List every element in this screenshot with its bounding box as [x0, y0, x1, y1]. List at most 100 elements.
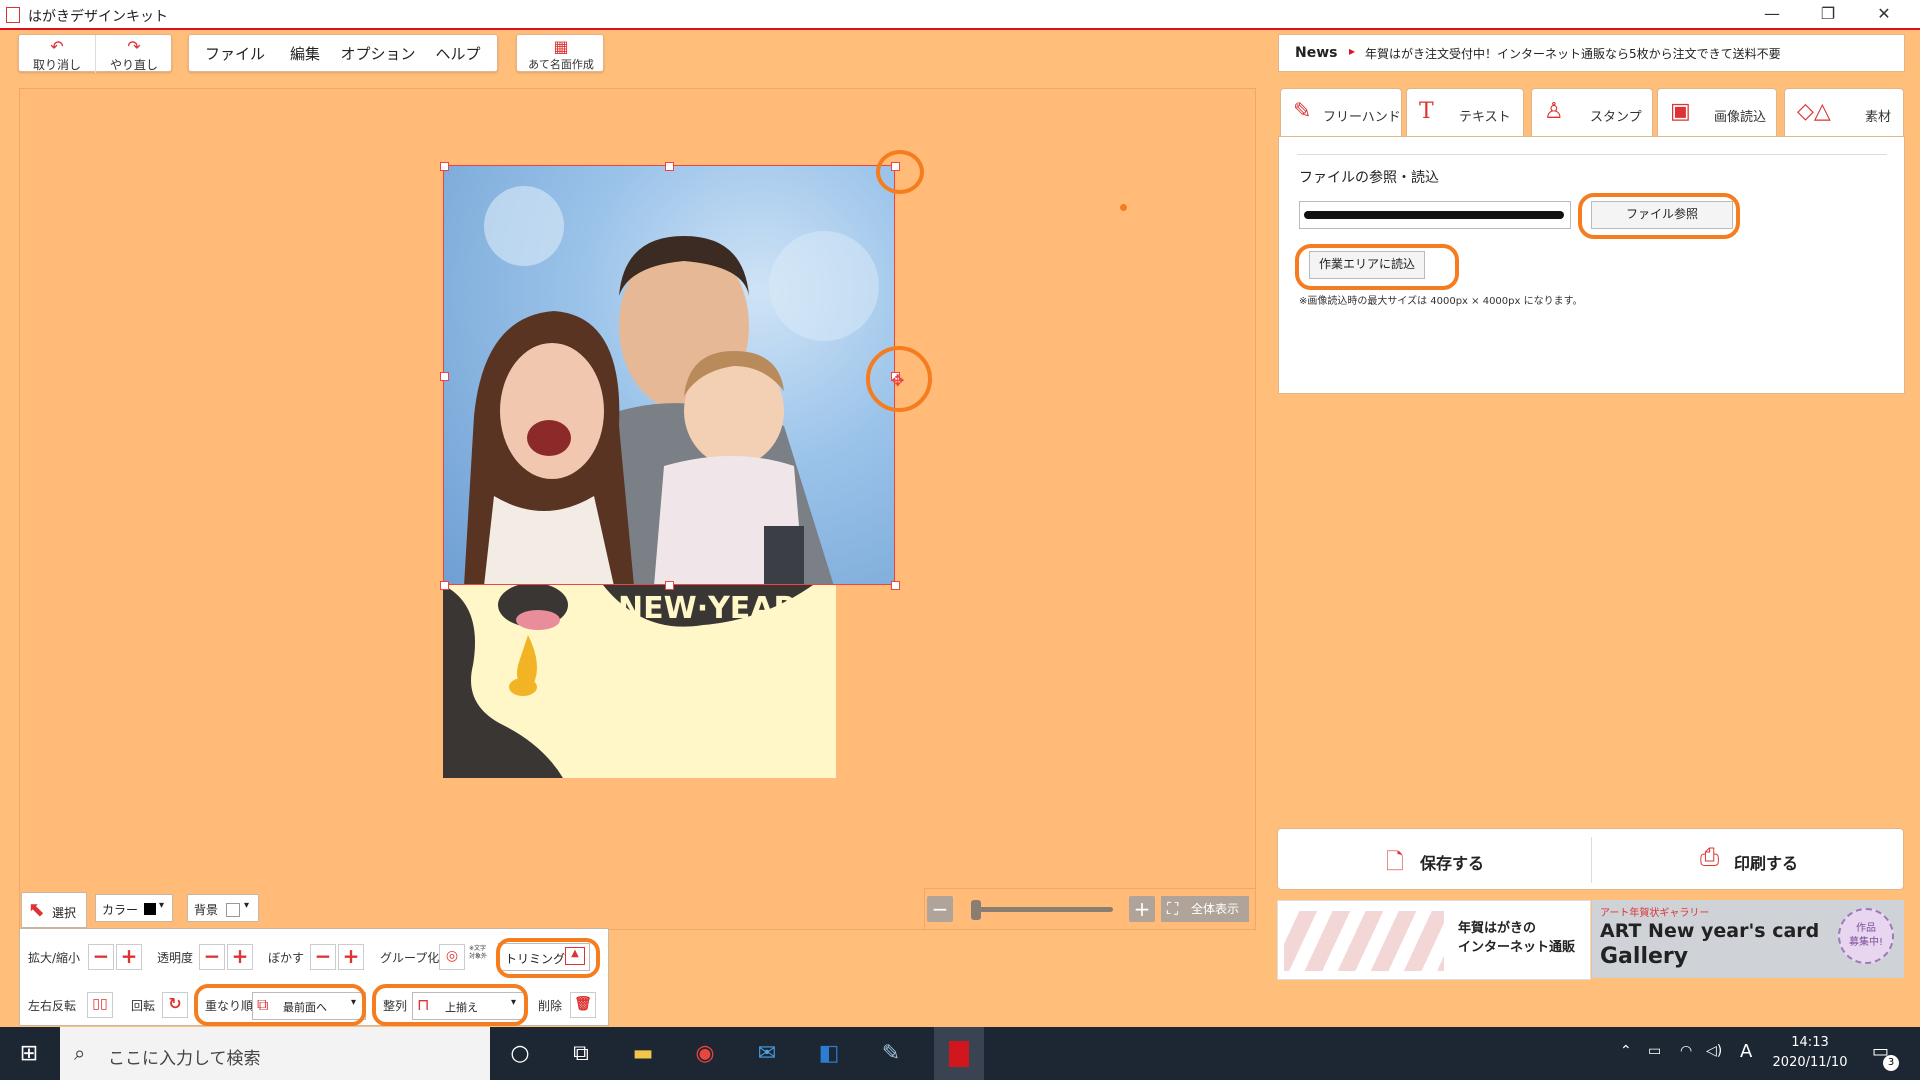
zoom-in-button[interactable]: + [1129, 896, 1155, 922]
task-view-icon[interactable]: ⧉ [566, 1039, 596, 1069]
highlight-load-button [1295, 244, 1459, 290]
taskbar-search[interactable]: ⌕ ここに入力して検索 [60, 1027, 490, 1080]
resize-handle-n[interactable] [665, 162, 674, 171]
delete-button[interactable]: 🗑 [570, 992, 596, 1018]
tray-chevron-icon[interactable]: ⌃ [1620, 1043, 1632, 1059]
tab-stamp[interactable]: ♙ スタンプ [1531, 88, 1653, 136]
zoom-slider-track[interactable] [973, 907, 1113, 912]
notification-count: 3 [1883, 1055, 1899, 1071]
blur-down-button[interactable]: − [310, 944, 336, 970]
mail-icon[interactable]: ✉ [752, 1039, 782, 1069]
resize-handle-se[interactable] [891, 581, 900, 590]
document-icon: 🗋 [1386, 850, 1404, 875]
menu-help[interactable]: ヘルプ [421, 35, 495, 73]
menu-options[interactable]: オプション [335, 35, 421, 73]
restore-button[interactable]: ❐ [1800, 0, 1856, 28]
entry-badge: 作品 募集中! [1838, 908, 1894, 964]
banner-ads: 年賀はがきの インターネット通販 アート年賀状ギャラリー ART New yea… [1277, 900, 1904, 980]
fit-view-icon: ⛶ [1167, 899, 1179, 918]
news-bar[interactable]: News ▸ 年賀はがき注文受付中！インターネット通販なら5枚から注文できて送料… [1278, 34, 1905, 72]
zoom-slider-thumb[interactable] [971, 900, 981, 920]
ime-indicator[interactable]: A [1740, 1041, 1752, 1062]
card-newyear-text: NEW·YEAR [618, 591, 797, 626]
resize-handle-w[interactable] [440, 372, 449, 381]
background-picker[interactable]: 背景 ▾ [187, 894, 259, 922]
art-gallery-small: アート年賀状ギャラリー [1600, 908, 1710, 919]
select-tool[interactable]: ⬉ 選択 [21, 892, 87, 928]
clock-date[interactable]: 2020/11/10 [1762, 1055, 1858, 1070]
resize-handle-sw[interactable] [440, 581, 449, 590]
print-button[interactable]: ⎙ 印刷する [1592, 829, 1905, 891]
tab-materials-label: 素材 [1865, 110, 1892, 125]
family-photo[interactable] [443, 165, 895, 585]
art-gallery-title: ART New year's card [1600, 920, 1820, 942]
menu-file[interactable]: ファイル [195, 35, 275, 73]
volume-icon[interactable]: ◁) [1706, 1043, 1722, 1059]
online-shop-text: 年賀はがきの インターネット通販 [1458, 921, 1576, 955]
hagaki-app-icon[interactable] [934, 1027, 984, 1080]
clock-time[interactable]: 14:13 [1770, 1035, 1850, 1050]
network-icon[interactable]: ◠ [1680, 1043, 1692, 1059]
zoom-out-button[interactable]: − [927, 896, 953, 922]
windows-start-icon[interactable]: ⊞ [14, 1039, 44, 1069]
photo-illustration [464, 186, 879, 584]
tab-materials[interactable]: ◇△ 素材 [1784, 88, 1904, 136]
background-dropdown-icon: ▾ [244, 900, 250, 911]
online-shop-banner[interactable]: 年賀はがきの インターネット通販 [1277, 900, 1591, 980]
window-title: はがきデザインキット [28, 9, 168, 25]
file-path-field[interactable] [1299, 201, 1571, 229]
art-gallery-banner[interactable]: アート年賀状ギャラリー ART New year's card Gallery … [1592, 900, 1904, 978]
image-icon: ▣ [1670, 99, 1691, 124]
zoom-bar: − + ⛶ 全体表示 [924, 888, 1256, 930]
highlight-file-browse [1578, 193, 1740, 239]
scale-label: 拡大/縮小 [28, 951, 81, 965]
blur-label: ぼかす [268, 951, 305, 965]
hagaki-app-glyph [949, 1041, 969, 1067]
app-icon [6, 7, 20, 23]
redo-icon: ↷ [127, 37, 141, 56]
battery-icon[interactable]: ▭ [1648, 1043, 1661, 1059]
group-button[interactable]: ◎ [439, 944, 465, 970]
fit-view-button[interactable]: ⛶ 全体表示 [1161, 896, 1249, 922]
close-button[interactable]: ✕ [1856, 0, 1912, 28]
undo-button[interactable]: ↶ 取り消し [19, 35, 95, 73]
address-side-button[interactable]: ▦ あて名面作成 [517, 35, 605, 73]
menu-bar: ファイル 編集 オプション ヘルプ [188, 34, 498, 72]
tab-freehand[interactable]: ✎ フリーハンド [1280, 88, 1402, 136]
news-label: News [1295, 45, 1338, 61]
minimize-button[interactable]: — [1744, 0, 1800, 28]
menu-edit[interactable]: 編集 [275, 35, 335, 73]
rotate-button[interactable]: ↻ [162, 992, 188, 1018]
file-explorer-icon[interactable]: ▬ [628, 1039, 658, 1069]
resize-handle-s[interactable] [665, 581, 674, 590]
blur-up-button[interactable]: + [338, 944, 364, 970]
tab-text[interactable]: T テキスト [1406, 88, 1524, 136]
printer-icon: ⎙ [1700, 843, 1720, 871]
tab-text-label: テキスト [1459, 110, 1511, 125]
select-label: 選択 [52, 906, 77, 920]
print-label: 印刷する [1734, 854, 1799, 873]
chrome-icon[interactable]: ◉ [690, 1039, 720, 1069]
undo-redo-group: ↶ 取り消し ↷ やり直し [18, 34, 172, 73]
opacity-up-button[interactable]: + [227, 944, 253, 970]
tab-image-load[interactable]: ▣ 画像読込 [1657, 88, 1777, 138]
text-icon: T [1419, 99, 1434, 124]
fit-view-label: 全体表示 [1191, 902, 1240, 916]
cortana-icon[interactable]: ○ [505, 1039, 535, 1069]
highlight-align [372, 984, 528, 1026]
delete-label: 削除 [538, 999, 563, 1013]
color-picker[interactable]: カラー ▾ [95, 894, 173, 922]
paint-icon[interactable]: ✎ [876, 1039, 906, 1069]
color-dropdown-icon: ▾ [159, 900, 165, 911]
outlook-icon[interactable]: ◧ [814, 1039, 844, 1069]
scale-up-button[interactable]: + [116, 944, 142, 970]
resize-handle-nw[interactable] [440, 162, 449, 171]
background-label: 背景 [194, 903, 219, 917]
search-icon: ⌕ [74, 1041, 86, 1065]
news-text[interactable]: 年賀はがき注文受付中！インターネット通販なら5枚から注文できて送料不要 [1365, 45, 1781, 62]
flip-button[interactable]: ▯▯ [87, 992, 113, 1018]
redo-button[interactable]: ↷ やり直し [95, 35, 172, 73]
opacity-down-button[interactable]: − [199, 944, 225, 970]
save-button[interactable]: 🗋 保存する [1278, 829, 1591, 891]
scale-down-button[interactable]: − [88, 944, 114, 970]
